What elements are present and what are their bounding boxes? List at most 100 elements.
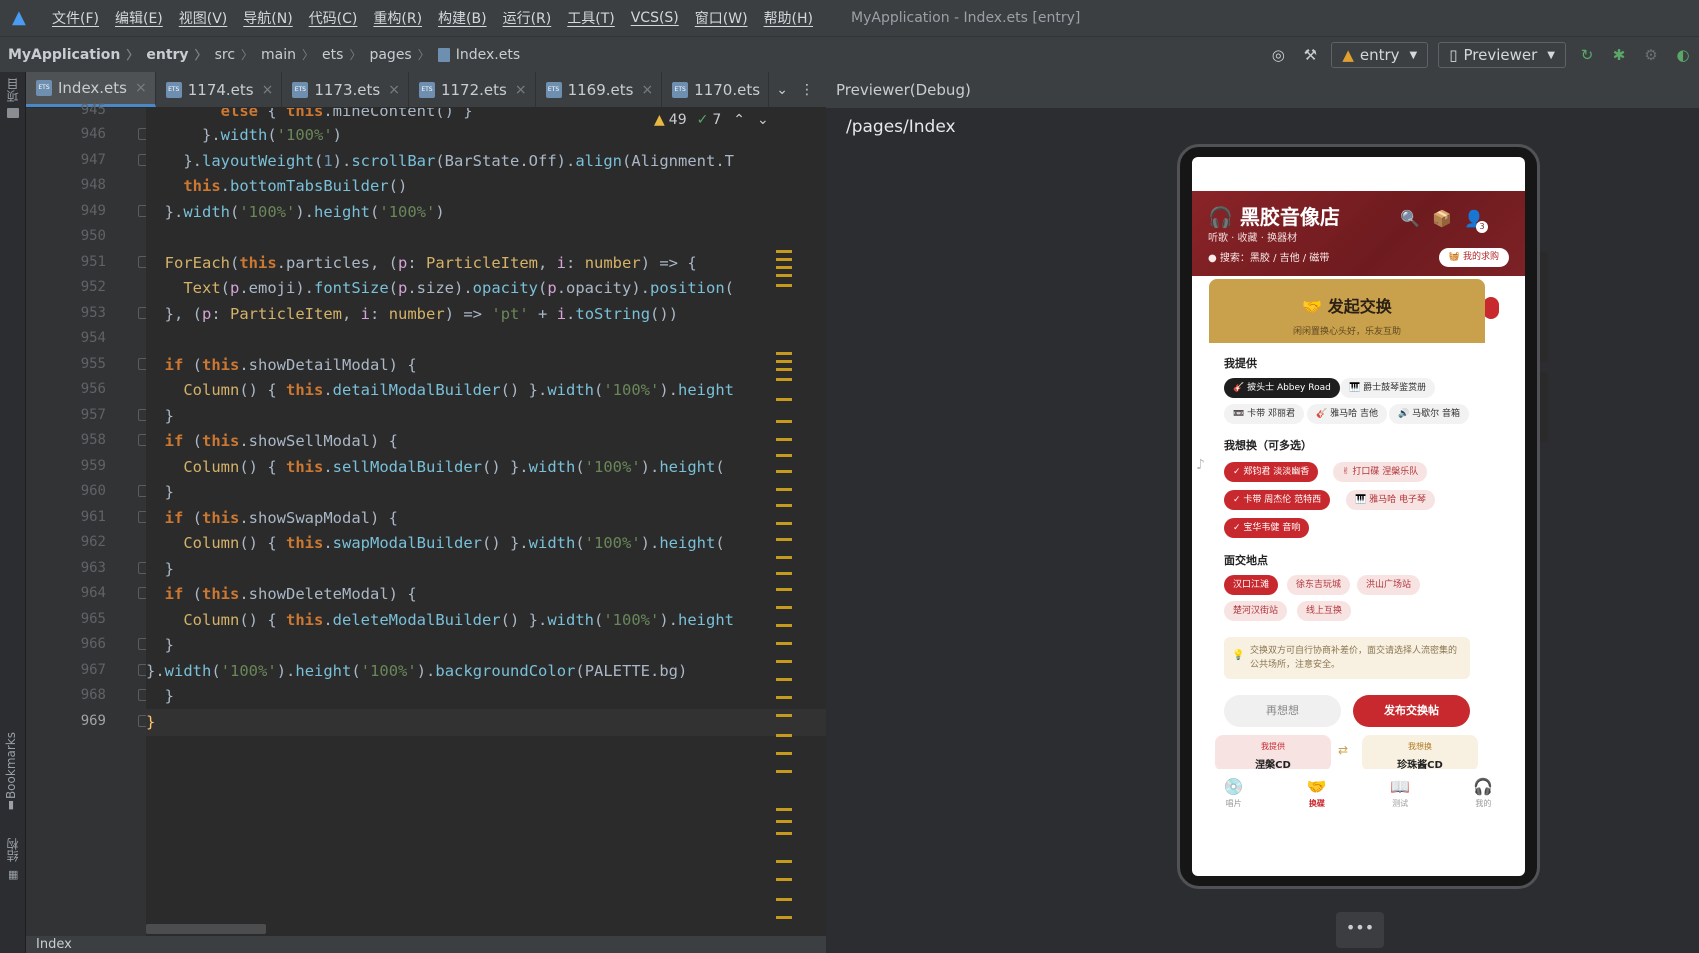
warning-marker[interactable] xyxy=(776,678,792,681)
warning-marker[interactable] xyxy=(776,916,792,919)
close-icon[interactable]: × xyxy=(388,82,400,98)
place-chip[interactable]: 洪山广场站 xyxy=(1357,575,1421,595)
profile-icon[interactable]: ⚙ xyxy=(1640,44,1662,66)
bookmarks-tool-tab[interactable]: Bookmarks xyxy=(4,732,18,799)
warning-marker[interactable] xyxy=(776,470,792,473)
want-chip[interactable]: 🎹 雅马哈 电子琴 xyxy=(1346,490,1435,510)
menu-view[interactable]: 视图(V) xyxy=(179,8,228,28)
warning-marker[interactable] xyxy=(776,734,792,737)
place-chip[interactable]: 徐东吉玩城 xyxy=(1287,575,1351,595)
more-vert-icon[interactable]: ⋮ xyxy=(800,82,814,98)
warning-marker[interactable] xyxy=(776,488,792,491)
warning-marker[interactable] xyxy=(776,832,792,835)
warning-marker[interactable] xyxy=(776,696,792,699)
project-tool-tab[interactable]: 项目 xyxy=(4,78,21,102)
warning-marker[interactable] xyxy=(776,808,792,811)
device-screen[interactable]: 🎧 黑胶音像店 听歌 · 收藏 · 换器材 🔍 📦 👤 3 ● 搜索：黑胶 / … xyxy=(1192,157,1525,876)
want-chip-selected[interactable]: ✓ 卡带 周杰伦 范特西 xyxy=(1224,490,1331,510)
warning-marker[interactable] xyxy=(776,642,792,645)
search-bar[interactable]: ● 搜索：黑胶 / 吉他 / 磁带 xyxy=(1208,249,1329,264)
stop-icon[interactable]: ◐ xyxy=(1672,44,1694,66)
menu-refactor[interactable]: 重构(R) xyxy=(373,8,422,28)
vertical-scrollbar[interactable] xyxy=(776,108,792,936)
offer-chip[interactable]: 📼 卡带 邓丽君 xyxy=(1224,404,1304,424)
warning-marker[interactable] xyxy=(776,504,792,507)
package-icon[interactable]: 📦 xyxy=(1432,209,1452,228)
structure-tool-tab[interactable]: 结构 xyxy=(4,838,21,862)
close-icon[interactable]: × xyxy=(135,80,147,96)
warning-marker[interactable] xyxy=(776,368,792,371)
offer-chip[interactable]: 🎹 爵士鼓琴鉴赏册 xyxy=(1340,378,1436,398)
my-requests-button[interactable]: 🧺 我的求购 xyxy=(1438,248,1509,267)
warning-marker[interactable] xyxy=(776,284,792,287)
warning-marker[interactable] xyxy=(776,266,792,269)
offer-chip[interactable]: 🔊 马歇尔 音箱 xyxy=(1389,404,1469,424)
close-icon[interactable]: × xyxy=(262,82,274,98)
want-chip[interactable]: ✌ 打口碟 涅槃乐队 xyxy=(1333,462,1428,482)
rerun-icon[interactable]: ↻ xyxy=(1576,44,1598,66)
chevron-down-icon[interactable]: ⌄ xyxy=(757,112,769,128)
warning-marker[interactable] xyxy=(776,360,792,363)
breadcrumb-src[interactable]: src 〉 xyxy=(215,46,253,63)
place-chip[interactable]: 线上互换 xyxy=(1297,601,1352,621)
warning-marker[interactable] xyxy=(776,660,792,663)
close-icon[interactable]: × xyxy=(515,82,527,98)
tab-1174-ets[interactable]: ETS 1174.ets × xyxy=(156,72,283,107)
menu-window[interactable]: 窗口(W) xyxy=(695,8,748,28)
warning-marker[interactable] xyxy=(776,250,792,253)
warning-marker[interactable] xyxy=(776,556,792,559)
target-icon[interactable]: ◎ xyxy=(1267,44,1289,66)
warning-marker[interactable] xyxy=(776,878,792,881)
warning-marker[interactable] xyxy=(776,420,792,423)
warning-marker[interactable] xyxy=(776,624,792,627)
menu-help[interactable]: 帮助(H) xyxy=(764,8,813,28)
tab-swap[interactable]: 🤝 换碟 xyxy=(1275,769,1358,824)
warning-marker[interactable] xyxy=(776,398,792,401)
breadcrumb-ets[interactable]: ets 〉 xyxy=(322,46,361,63)
breadcrumb-main[interactable]: main 〉 xyxy=(261,46,314,63)
module-select[interactable]: ▲ entry ▼ xyxy=(1331,42,1429,68)
close-icon[interactable]: × xyxy=(641,82,653,98)
menu-edit[interactable]: 编辑(E) xyxy=(115,8,163,28)
hammer-icon[interactable]: ⚒ xyxy=(1299,44,1321,66)
place-chip-selected[interactable]: 汉口江滩 xyxy=(1224,575,1279,595)
tab-1173-ets[interactable]: ETS 1173.ets × xyxy=(282,72,409,107)
menu-file[interactable]: 文件(F) xyxy=(52,8,99,28)
menu-build[interactable]: 构建(B) xyxy=(438,8,487,28)
tab-1169-ets[interactable]: ETS 1169.ets × xyxy=(536,72,663,107)
tab-1170-ets[interactable]: ETS 1170.ets xyxy=(662,72,770,107)
warning-marker[interactable] xyxy=(776,606,792,609)
warning-marker[interactable] xyxy=(776,378,792,381)
warning-marker[interactable] xyxy=(776,538,792,541)
code-area[interactable]: else { this.mineContent() } }.width('100… xyxy=(146,108,826,936)
breadcrumb-module[interactable]: entry 〉 xyxy=(146,46,206,63)
warning-marker[interactable] xyxy=(776,454,792,457)
breadcrumb-project[interactable]: MyApplication 〉 xyxy=(8,46,138,63)
offer-chip[interactable]: 🎸 雅马哈 吉他 xyxy=(1307,404,1387,424)
menu-code[interactable]: 代码(C) xyxy=(309,8,358,28)
tab-records[interactable]: 💿 唱片 xyxy=(1192,769,1275,824)
inspection-indicator[interactable]: ▲ 49 ✓ 7 ⌃ ⌄ xyxy=(654,110,769,130)
warning-marker[interactable] xyxy=(776,438,792,441)
warning-marker[interactable] xyxy=(776,588,792,591)
warning-marker[interactable] xyxy=(776,770,792,773)
device-select[interactable]: ▯ Previewer ▼ xyxy=(1438,42,1566,68)
breadcrumb-pages[interactable]: pages 〉 xyxy=(369,46,429,63)
warning-marker[interactable] xyxy=(776,572,792,575)
want-chip-selected[interactable]: ✓ 宝华韦健 音响 xyxy=(1224,518,1310,538)
menu-vcs[interactable]: VCS(S) xyxy=(631,10,679,26)
tab-test[interactable]: 📖 测试 xyxy=(1359,769,1442,824)
more-options-button[interactable]: ••• xyxy=(1336,912,1384,948)
place-chip[interactable]: 楚河汉街站 xyxy=(1224,601,1288,621)
warning-marker[interactable] xyxy=(776,860,792,863)
warning-marker[interactable] xyxy=(776,274,792,277)
offer-chip[interactable]: 🎸 披头士 Abbey Road xyxy=(1224,378,1340,398)
debug-icon[interactable]: ✱ xyxy=(1608,44,1630,66)
menu-run[interactable]: 运行(R) xyxy=(503,8,552,28)
want-chip-selected[interactable]: ✓ 郑钧君 淡淡幽香 xyxy=(1224,462,1319,482)
horizontal-scrollbar-thumb[interactable] xyxy=(146,924,266,934)
publish-swap-button[interactable]: 发布交换帖 xyxy=(1353,695,1470,727)
warning-marker[interactable] xyxy=(776,820,792,823)
reconsider-button[interactable]: 再想想 xyxy=(1224,695,1341,727)
warning-marker[interactable] xyxy=(776,898,792,901)
